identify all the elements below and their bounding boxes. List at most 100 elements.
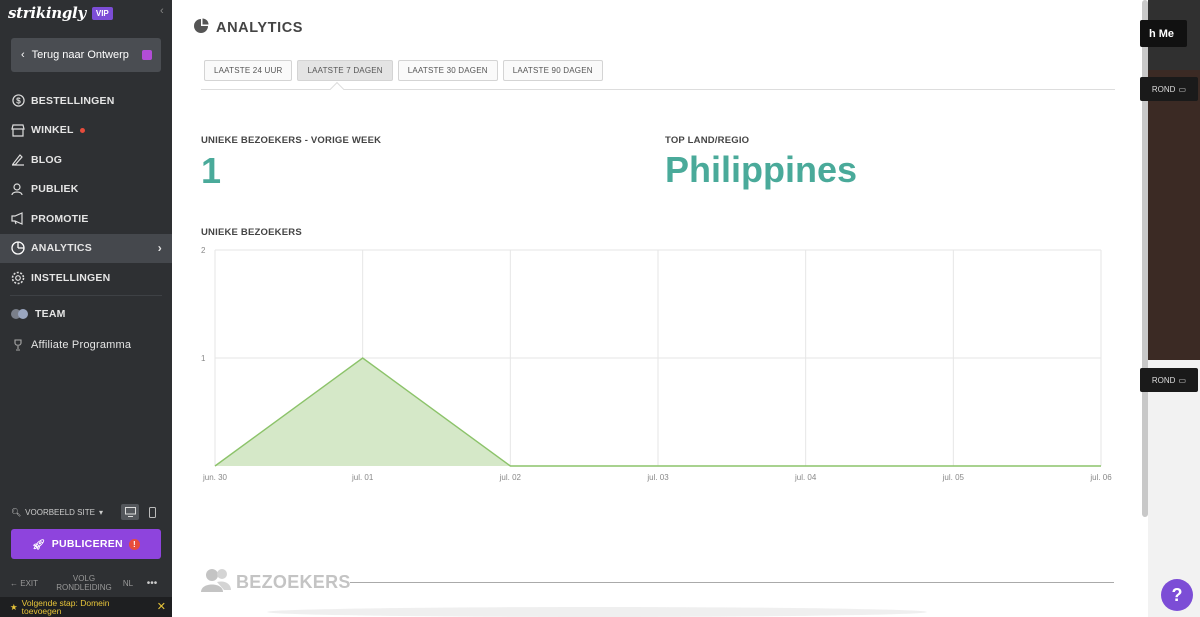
- analytics-panel: ANALYTICS LAATSTE 24 UUR LAATSTE 7 DAGEN…: [172, 0, 1148, 617]
- sidebar-item-winkel[interactable]: WINKEL: [0, 116, 172, 146]
- close-icon[interactable]: ✕: [157, 602, 166, 613]
- sidebar-footer: ← EXIT VOLG RONDLEIDING NL •••: [10, 573, 162, 593]
- page-title: ANALYTICS: [193, 18, 303, 38]
- exit-link[interactable]: ← EXIT: [10, 579, 54, 588]
- pen-icon: [11, 153, 25, 167]
- preview-site-row: 🔍︎ VOORBEELD SITE ▾: [11, 503, 161, 521]
- tab-last-90-days[interactable]: LAATSTE 90 DAGEN: [502, 60, 603, 81]
- desktop-preview-icon[interactable]: [121, 504, 139, 520]
- sidebar-item-bestellingen[interactable]: $ BESTELLINGEN: [0, 86, 172, 116]
- pie-chart-icon: [11, 241, 25, 255]
- image-icon: ▭: [1178, 375, 1186, 385]
- store-icon: [11, 123, 25, 137]
- sidebar-nav: $ BESTELLINGEN WINKEL BLOG PUBLIEK PROMO…: [0, 86, 172, 360]
- sidebar-item-label: PROMOTIE: [31, 212, 89, 225]
- language-selector[interactable]: NL: [114, 579, 142, 588]
- x-tick-label: jul. 06: [1089, 473, 1112, 482]
- back-to-design-label: Terug naar Ontwerp: [31, 49, 129, 61]
- loading-placeholder: [267, 607, 927, 617]
- publish-label: PUBLICEREN: [51, 538, 123, 550]
- next-step-banner[interactable]: ★ Volgende stap: Domein toevoegen ✕: [0, 597, 172, 617]
- page-title-label: ANALYTICS: [216, 20, 304, 36]
- caret-down-icon: ▾: [98, 507, 103, 517]
- gear-icon: [11, 271, 25, 285]
- unique-visitors-label: UNIEKE BEZOEKERS - VORIGE WEEK: [201, 135, 382, 146]
- megaphone-icon: [11, 212, 25, 226]
- unique-visitors-chart: 2 1 jun. 30 jul. 01 jul. 02 jul. 03 jul. 04 jul…: [201, 246, 1112, 482]
- preview-background-button[interactable]: ROND ▭: [1140, 368, 1198, 392]
- search-icon: 🔍︎: [11, 507, 22, 517]
- image-icon: ▭: [1178, 84, 1186, 94]
- sidebar-item-label: BLOG: [31, 153, 63, 166]
- more-options-icon[interactable]: •••: [142, 578, 162, 589]
- chevron-left-icon: ‹: [21, 49, 25, 61]
- pie-chart-icon: [193, 18, 209, 38]
- sidebar-item-analytics[interactable]: ANALYTICS ›: [0, 233, 172, 263]
- x-tick-label: jul. 02: [499, 473, 522, 482]
- sidebar: strikingly VIP ‹ ‹ Terug naar Ontwerp $ …: [0, 0, 172, 617]
- x-tick-label: jul. 03: [646, 473, 669, 482]
- sidebar-item-publiek[interactable]: PUBLIEK: [0, 175, 172, 205]
- trophy-icon: [11, 338, 25, 352]
- active-tab-caret: [329, 81, 345, 97]
- sidebar-item-team[interactable]: TEAM: [0, 300, 172, 330]
- background-button-label: ROND: [1151, 84, 1176, 94]
- visitors-section-header: BEZOEKERS: [201, 568, 351, 597]
- tab-last-7-days[interactable]: LAATSTE 7 DAGEN: [297, 60, 393, 81]
- mobile-preview-icon[interactable]: [143, 504, 161, 520]
- alert-icon: !: [128, 538, 140, 550]
- vip-badge: VIP: [91, 6, 113, 20]
- sidebar-item-label: ANALYTICS: [31, 242, 92, 255]
- back-to-design-button[interactable]: ‹ Terug naar Ontwerp: [11, 38, 161, 72]
- sidebar-item-label: Affiliate Programma: [31, 338, 132, 351]
- preview-background-button[interactable]: ROND ▭: [1140, 77, 1198, 101]
- brand[interactable]: strikingly VIP: [8, 4, 113, 22]
- top-country-value: Philippines: [665, 149, 858, 190]
- next-step-label: Volgende stap: Domein toevoegen: [21, 598, 110, 616]
- time-range-tabs: LAATSTE 24 UUR LAATSTE 7 DAGEN LAATSTE 3…: [204, 60, 603, 81]
- rocket-icon: 🚀︎: [32, 538, 46, 551]
- sidebar-item-label: TEAM: [35, 308, 66, 321]
- background-button-label: ROND: [1151, 375, 1176, 385]
- sidebar-item-affiliate[interactable]: Affiliate Programma: [0, 330, 172, 360]
- sidebar-item-promotie[interactable]: PROMOTIE: [0, 204, 172, 234]
- people-icon: [11, 182, 25, 196]
- x-tick-label: jun. 30: [202, 473, 228, 482]
- nav-divider: [10, 294, 162, 296]
- svg-text:$: $: [16, 96, 21, 106]
- star-icon: ★: [10, 602, 18, 612]
- x-tick-label: jul. 01: [351, 473, 374, 482]
- design-icon: [141, 50, 152, 60]
- sidebar-item-label: PUBLIEK: [31, 183, 79, 196]
- preview-site-dropdown[interactable]: VOORBEELD SITE: [25, 508, 95, 517]
- visitors-section-title: BEZOEKERS: [236, 572, 351, 592]
- chevron-right-icon: ›: [157, 241, 162, 256]
- visitors-icon: [201, 568, 231, 597]
- sidebar-item-label: INSTELLINGEN: [31, 271, 111, 284]
- unique-visitors-value: 1: [201, 150, 222, 191]
- x-tick-label: jul. 05: [942, 473, 965, 482]
- notification-dot: [79, 127, 85, 133]
- top-country-label: TOP LAND/REGIO: [665, 135, 750, 146]
- preview-contact-button[interactable]: h Me: [1140, 20, 1187, 47]
- section-divider: [350, 582, 1114, 583]
- dollar-circle-icon: $: [11, 94, 25, 108]
- help-button[interactable]: ?: [1161, 579, 1193, 611]
- x-tick-label: jul. 04: [794, 473, 817, 482]
- tour-link[interactable]: VOLG RONDLEIDING: [54, 574, 114, 592]
- tab-last-30-days[interactable]: LAATSTE 30 DAGEN: [397, 60, 498, 81]
- tab-last-24-hours[interactable]: LAATSTE 24 UUR: [204, 60, 293, 81]
- y-tick-label: 2: [201, 246, 206, 255]
- collapse-sidebar-icon[interactable]: ‹: [160, 5, 164, 17]
- sidebar-item-instellingen[interactable]: INSTELLINGEN: [0, 263, 172, 293]
- exit-label: EXIT: [20, 578, 39, 588]
- preview-image: [1148, 70, 1200, 360]
- y-tick-label: 1: [201, 354, 206, 363]
- sidebar-item-label: BESTELLINGEN: [31, 94, 115, 107]
- publish-button[interactable]: 🚀︎ PUBLICEREN !: [11, 529, 161, 559]
- team-avatars-icon: [11, 307, 29, 321]
- chart-title: UNIEKE BEZOEKERS: [201, 227, 302, 238]
- sidebar-item-label: WINKEL: [31, 124, 74, 137]
- sidebar-item-blog[interactable]: BLOG: [0, 145, 172, 175]
- brand-logo: strikingly: [8, 4, 86, 22]
